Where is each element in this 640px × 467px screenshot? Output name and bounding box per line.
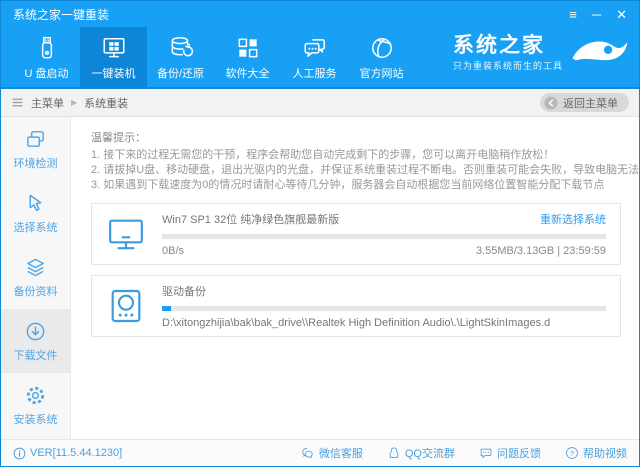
qq-penguin-icon [387, 446, 401, 460]
svg-text:?: ? [570, 451, 574, 458]
window-controls: ≡ ─ ✕ [569, 8, 627, 21]
nav-label: 备份/还原 [156, 67, 205, 80]
footer-link-label: 问题反馈 [497, 448, 541, 460]
tip-line-1: 1. 接下来的过程无需您的干预，程序会帮助您自动完成剩下的步骤，您可以离开电脑稍… [91, 149, 555, 161]
breadcrumb-arrow-icon: ▶ [71, 98, 78, 107]
nav-item-software[interactable]: 软件大全 [214, 27, 281, 87]
title-bar: 系统之家一键重装 ≡ ─ ✕ [1, 1, 639, 27]
sidebar-item-select-system[interactable]: 选择系统 [1, 181, 70, 245]
gear-icon [24, 384, 47, 407]
driver-backup-title: 驱动备份 [162, 286, 206, 298]
sidebar-item-env-check[interactable]: 环境检测 [1, 117, 70, 181]
footer-link-label: QQ交流群 [404, 448, 455, 460]
nav-label: 官方网站 [359, 67, 404, 80]
download-status: 3.55MB/3.13GB | 23:59:59 [475, 245, 606, 257]
help-video-link[interactable]: ? 帮助视频 [565, 445, 627, 461]
brand: 系统之家 只为重装系统而生的工具 [453, 34, 631, 72]
tip-line-2: 2. 请拔掉U盘、移动硬盘，退出光驱内的光盘，并保证系统重装过程不断电。否则重装… [91, 164, 640, 176]
monitor-windows-icon [100, 34, 128, 62]
back-arrow-icon [544, 95, 558, 110]
database-restore-icon [167, 34, 195, 62]
wechat-support-link[interactable]: 微信客服 [301, 445, 363, 461]
windows-overlap-icon [24, 128, 47, 151]
sidebar-item-label: 安装系统 [13, 413, 58, 426]
nav-item-website[interactable]: 官方网站 [348, 27, 415, 87]
brand-tagline: 只为重装系统而生的工具 [452, 61, 563, 72]
nav-label: 人工服务 [292, 67, 337, 80]
brand-swoosh-icon [567, 34, 631, 72]
close-icon[interactable]: ✕ [616, 8, 627, 21]
usb-drive-icon [33, 34, 61, 62]
driver-progress-fill [162, 306, 171, 311]
tip-line-3: 3. 如果遇到下载速度为0的情况时请耐心等待几分钟，服务器会自动根据您当前网络位… [91, 179, 605, 191]
download-speed: 0B/s [162, 245, 185, 257]
sidebar-item-label: 下载文件 [13, 349, 58, 362]
nav-item-usb-boot[interactable]: U 盘启动 [13, 27, 80, 87]
back-to-main-menu-button[interactable]: 返回主菜单 [540, 93, 629, 112]
breadcrumb-root[interactable]: 主菜单 [31, 95, 64, 111]
sidebar: 环境检测 选择系统 备份资料 下载文件 安装系统 [1, 117, 71, 439]
nav-item-service[interactable]: 人工服务 [281, 27, 348, 87]
hamburger-icon[interactable] [11, 96, 24, 109]
footer-link-label: 微信客服 [318, 448, 363, 460]
feedback-link[interactable]: 问题反馈 [479, 445, 541, 461]
version-info: VER[11.5.44.1230] [13, 447, 122, 460]
sidebar-item-download-files[interactable]: 下载文件 [1, 309, 70, 373]
driver-progress-bar [162, 306, 606, 311]
breadcrumb-bar: 主菜单 ▶ 系统重装 返回主菜单 [1, 89, 639, 117]
driver-backup-path: D:\xitongzhijia\bak\bak_drive\\Realtek H… [162, 317, 551, 329]
monitor-icon [106, 214, 146, 254]
nav-label: 一键装机 [91, 67, 136, 80]
tips-title: 温馨提示： [91, 132, 146, 144]
menu-icon[interactable]: ≡ [569, 8, 577, 21]
feedback-bubble-icon [479, 446, 493, 460]
footer-link-label: 帮助视频 [583, 448, 627, 460]
window-title: 系统之家一键重装 [13, 7, 110, 22]
breadcrumb-current: 系统重装 [84, 97, 129, 110]
sidebar-item-label: 选择系统 [13, 221, 58, 234]
info-icon [13, 447, 26, 460]
brand-name: 系统之家 [452, 34, 545, 57]
layers-icon [24, 256, 47, 279]
driver-backup-card: 驱动备份 D:\xitongzhijia\bak\bak_drive\\Real… [91, 275, 621, 337]
main-content: 温馨提示： 1. 接下来的过程无需您的干预，程序会帮助您自动完成剩下的步骤，您可… [71, 117, 640, 439]
nav-label: 软件大全 [225, 67, 270, 80]
download-circle-icon [24, 320, 47, 343]
sidebar-item-install-system[interactable]: 安装系统 [1, 373, 70, 437]
app-window: 系统之家一键重装 ≡ ─ ✕ U 盘启动 一键装机 备份/还原 软件大全 人工服… [0, 0, 640, 467]
main-nav: U 盘启动 一键装机 备份/还原 软件大全 人工服务 官方网站 系统之家 只为重… [1, 27, 639, 89]
apps-grid-icon [234, 34, 262, 62]
globe-icon [368, 34, 396, 62]
back-button-label: 返回主菜单 [563, 97, 618, 110]
sidebar-item-label: 环境检测 [13, 157, 58, 170]
nav-label: U 盘启动 [24, 67, 69, 80]
wechat-icon [301, 446, 315, 460]
footer: VER[11.5.44.1230] 微信客服 QQ交流群 问题反馈 ? 帮助视频 [1, 439, 639, 466]
help-question-icon: ? [565, 446, 579, 460]
system-progress-bar [162, 234, 606, 239]
footer-links: 微信客服 QQ交流群 问题反馈 ? 帮助视频 [301, 445, 627, 461]
drive-icon [106, 286, 146, 326]
chat-service-icon [301, 34, 329, 62]
version-text: VER[11.5.44.1230] [30, 447, 123, 459]
reselect-system-link[interactable]: 重新选择系统 [540, 211, 606, 227]
sidebar-item-label: 备份资料 [13, 285, 58, 298]
nav-item-backup-restore[interactable]: 备份/还原 [147, 27, 214, 87]
cursor-icon [24, 192, 47, 215]
qq-group-link[interactable]: QQ交流群 [387, 445, 455, 461]
system-download-card: Win7 SP1 32位 纯净绿色旗舰最新版 重新选择系统 0B/s 3.55M… [91, 203, 621, 265]
system-title: Win7 SP1 32位 纯净绿色旗舰最新版 [162, 214, 340, 226]
nav-item-one-click-install[interactable]: 一键装机 [80, 27, 147, 87]
sidebar-item-backup-data[interactable]: 备份资料 [1, 245, 70, 309]
minimize-icon[interactable]: ─ [592, 8, 601, 21]
